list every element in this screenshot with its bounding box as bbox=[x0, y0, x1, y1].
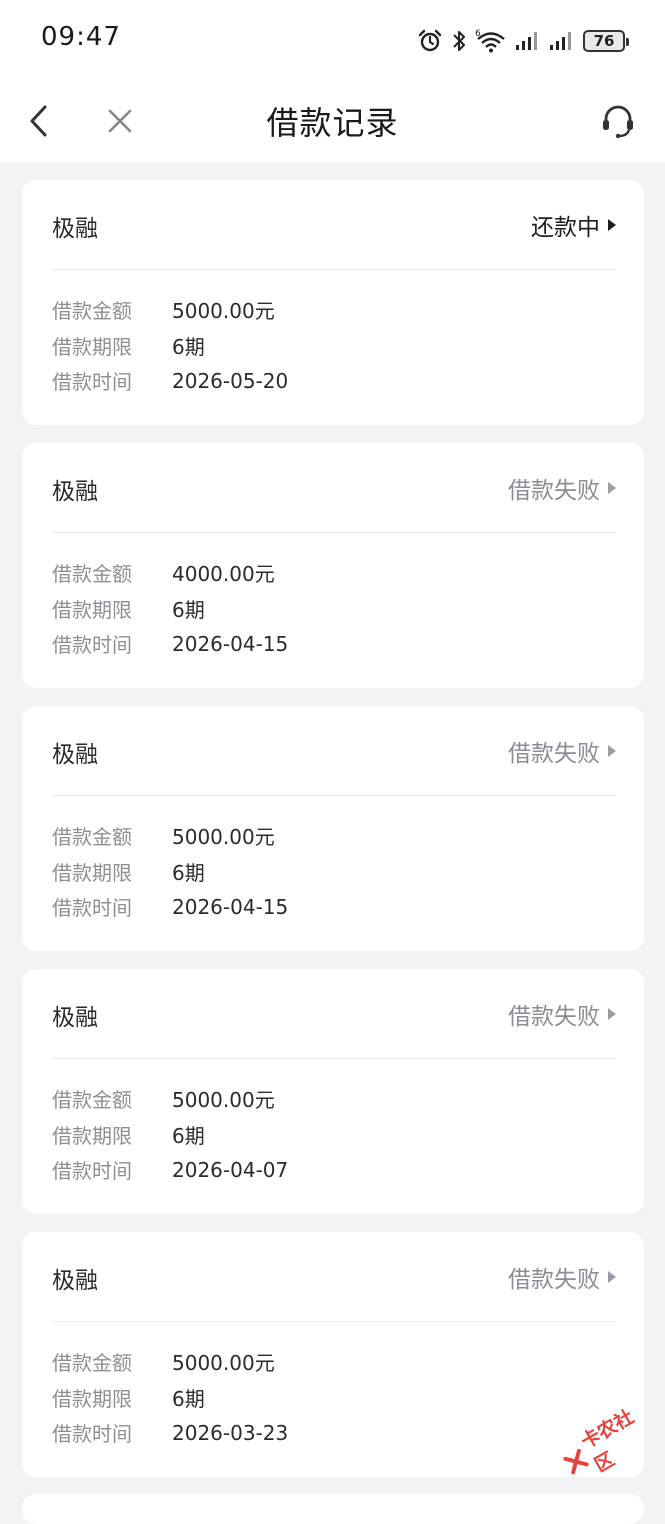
status-bar: 09:47 6 76 bbox=[0, 0, 665, 80]
amount-value: 5000.00元 bbox=[172, 299, 275, 324]
battery-level: 76 bbox=[593, 32, 615, 50]
lender-name: 极融 bbox=[52, 216, 98, 242]
bluetooth-icon bbox=[453, 31, 465, 51]
amount-label: 借款金额 bbox=[52, 1351, 132, 1376]
date-label: 借款时间 bbox=[52, 896, 132, 921]
amount-value: 5000.00元 bbox=[172, 1088, 275, 1113]
card-header: 极融 借款失败 bbox=[52, 443, 616, 533]
date-value: 2026-05-20 bbox=[172, 368, 289, 393]
loan-record-card[interactable]: 极融 借款失败 借款金额 4000.00元 借款期限 6期 借款时间 2026-… bbox=[22, 443, 644, 688]
chevron-right-icon bbox=[608, 1271, 616, 1283]
amount-label: 借款金额 bbox=[52, 1088, 132, 1113]
term-value: 6期 bbox=[172, 1123, 205, 1148]
term-label: 借款期限 bbox=[52, 860, 132, 885]
amount-value: 5000.00元 bbox=[172, 825, 275, 850]
detail-row-date: 借款时间 2026-04-15 bbox=[52, 626, 288, 662]
loan-record-card[interactable]: 极融 借款失败 借款金额 5000.00元 借款期限 6期 借款时间 2026-… bbox=[22, 969, 644, 1214]
detail-row-date: 借款时间 2026-04-07 bbox=[52, 1152, 288, 1188]
term-label: 借款期限 bbox=[52, 1386, 132, 1411]
customer-service-button[interactable] bbox=[593, 96, 643, 146]
date-label: 借款时间 bbox=[52, 370, 132, 395]
loan-status-label: 借款失败 bbox=[508, 1267, 600, 1293]
page-title: 借款记录 bbox=[266, 104, 399, 142]
lender-name: 极融 bbox=[52, 1268, 98, 1294]
detail-row-amount: 借款金额 5000.00元 bbox=[52, 292, 288, 328]
nav-bar: 借款记录 bbox=[0, 80, 665, 162]
detail-row-date: 借款时间 2026-04-15 bbox=[52, 889, 288, 925]
lender-name: 极融 bbox=[52, 742, 98, 768]
status-icons: 6 76 bbox=[417, 26, 629, 56]
date-value: 2026-04-07 bbox=[172, 1157, 289, 1182]
alarm-icon bbox=[418, 29, 442, 52]
loan-status-label: 借款失败 bbox=[508, 1004, 600, 1030]
loan-record-card[interactable]: 极融 还款中 借款金额 5000.00元 借款期限 6期 借款时间 2026-0… bbox=[22, 180, 644, 425]
detail-row-date: 借款时间 2026-05-20 bbox=[52, 363, 288, 399]
customer-service-icon bbox=[603, 105, 633, 139]
amount-value: 4000.00元 bbox=[172, 562, 275, 587]
signal-icon bbox=[550, 32, 571, 50]
loan-details: 借款金额 5000.00元 借款期限 6期 借款时间 2026-03-23 bbox=[52, 1344, 288, 1451]
loan-status[interactable]: 借款失败 bbox=[508, 997, 616, 1031]
loan-record-card[interactable]: 极融 借款失败 借款金额 5000.00元 借款期限 6期 借款时间 2026-… bbox=[22, 706, 644, 951]
loan-record-card[interactable]: 极融 借款失败 借款金额 5000.00元 借款期限 6期 借款时间 2026-… bbox=[22, 1232, 644, 1477]
term-label: 借款期限 bbox=[52, 1123, 132, 1148]
term-value: 6期 bbox=[172, 1386, 205, 1411]
term-value: 6期 bbox=[172, 334, 205, 359]
amount-label: 借款金额 bbox=[52, 825, 132, 850]
amount-label: 借款金额 bbox=[52, 562, 132, 587]
term-value: 6期 bbox=[172, 597, 205, 622]
detail-row-date: 借款时间 2026-03-23 bbox=[52, 1415, 288, 1451]
card-header: 极融 借款失败 bbox=[52, 969, 616, 1059]
chevron-right-icon bbox=[608, 745, 616, 757]
detail-row-term: 借款期限 6期 bbox=[52, 854, 288, 890]
loan-status-label: 借款失败 bbox=[508, 478, 600, 504]
lender-name: 极融 bbox=[52, 1005, 98, 1031]
detail-row-term: 借款期限 6期 bbox=[52, 328, 288, 364]
loan-details: 借款金额 4000.00元 借款期限 6期 借款时间 2026-04-15 bbox=[52, 555, 288, 662]
loan-status-label: 借款失败 bbox=[508, 741, 600, 767]
detail-row-amount: 借款金额 5000.00元 bbox=[52, 1344, 288, 1380]
chevron-right-icon bbox=[608, 1008, 616, 1020]
date-label: 借款时间 bbox=[52, 1159, 132, 1184]
loan-status[interactable]: 借款失败 bbox=[508, 1260, 616, 1294]
detail-row-amount: 借款金额 4000.00元 bbox=[52, 555, 288, 591]
card-header: 极融 借款失败 bbox=[52, 1232, 616, 1322]
amount-label: 借款金额 bbox=[52, 299, 132, 324]
amount-value: 5000.00元 bbox=[172, 1351, 275, 1376]
term-label: 借款期限 bbox=[52, 597, 132, 622]
date-value: 2026-04-15 bbox=[172, 894, 289, 919]
chevron-right-icon bbox=[608, 482, 616, 494]
date-value: 2026-04-15 bbox=[172, 631, 289, 656]
lender-name: 极融 bbox=[52, 479, 98, 505]
loan-details: 借款金额 5000.00元 借款期限 6期 借款时间 2026-04-07 bbox=[52, 1081, 288, 1188]
card-header: 极融 还款中 bbox=[52, 180, 616, 270]
term-label: 借款期限 bbox=[52, 334, 132, 359]
loan-status[interactable]: 借款失败 bbox=[508, 471, 616, 505]
wifi-icon: 6 bbox=[475, 29, 505, 53]
term-value: 6期 bbox=[172, 860, 205, 885]
date-label: 借款时间 bbox=[52, 1422, 132, 1447]
date-value: 2026-03-23 bbox=[172, 1420, 289, 1445]
loan-details: 借款金额 5000.00元 借款期限 6期 借款时间 2026-04-15 bbox=[52, 818, 288, 925]
detail-row-term: 借款期限 6期 bbox=[52, 1380, 288, 1416]
chevron-right-icon bbox=[608, 219, 616, 231]
date-label: 借款时间 bbox=[52, 633, 132, 658]
loan-status[interactable]: 还款中 bbox=[531, 208, 616, 242]
loan-status-label: 还款中 bbox=[531, 215, 600, 241]
loan-details: 借款金额 5000.00元 借款期限 6期 借款时间 2026-05-20 bbox=[52, 292, 288, 399]
detail-row-term: 借款期限 6期 bbox=[52, 1117, 288, 1153]
detail-row-amount: 借款金额 5000.00元 bbox=[52, 818, 288, 854]
network-label: 6 bbox=[475, 29, 481, 39]
detail-row-amount: 借款金额 5000.00元 bbox=[52, 1081, 288, 1117]
battery-icon: 76 bbox=[583, 30, 629, 52]
loan-record-card-partial[interactable] bbox=[22, 1494, 644, 1524]
detail-row-term: 借款期限 6期 bbox=[52, 591, 288, 627]
card-header: 极融 借款失败 bbox=[52, 706, 616, 796]
signal-icon bbox=[516, 32, 537, 50]
status-time: 09:47 bbox=[41, 22, 121, 52]
loan-status[interactable]: 借款失败 bbox=[508, 734, 616, 768]
